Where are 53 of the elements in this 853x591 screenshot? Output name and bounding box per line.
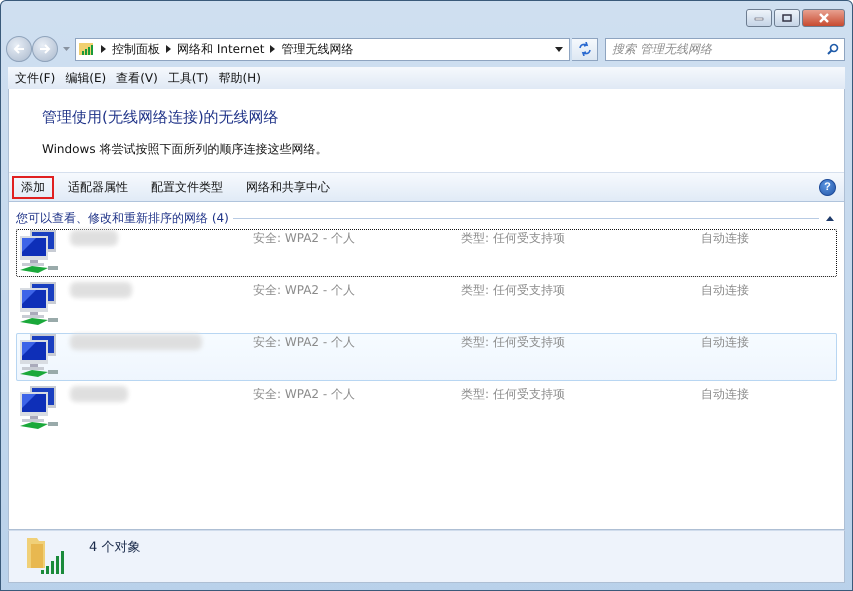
- forward-arrow-icon: [38, 43, 52, 55]
- network-type: 类型: 任何受支持项: [461, 230, 566, 247]
- refresh-icon: [576, 42, 592, 56]
- menu-item[interactable]: 查看(V): [111, 70, 163, 86]
- breadcrumb[interactable]: 网络和 Internet: [177, 40, 264, 58]
- wireless-folder-icon: [25, 536, 65, 576]
- item-count: 4 个对象: [89, 539, 140, 556]
- group-header[interactable]: 您可以查看、修改和重新排序的网络 (4): [16, 210, 229, 226]
- network-type: 类型: 任何受支持项: [461, 334, 566, 351]
- network-type: 类型: 任何受支持项: [461, 282, 566, 299]
- search-icon[interactable]: [827, 42, 839, 54]
- toolbar-button[interactable]: 添加: [12, 176, 54, 198]
- page-title: 管理使用(无线网络连接)的无线网络: [42, 108, 280, 127]
- back-arrow-icon: [12, 43, 26, 55]
- breadcrumb[interactable]: 管理无线网络: [281, 40, 354, 58]
- menu-item[interactable]: 帮助(H): [214, 70, 266, 86]
- redacted-name-drawing: [70, 230, 118, 246]
- toolbar-button[interactable]: 配置文件类型: [142, 176, 232, 198]
- security-type: 安全: WPA2 - 个人: [253, 334, 356, 351]
- connection-mode: 自动连接: [701, 334, 750, 351]
- security-type: 安全: WPA2 - 个人: [253, 230, 356, 247]
- menu-item[interactable]: 文件(F): [10, 70, 60, 86]
- window-maximize-button[interactable]: [774, 9, 800, 27]
- refresh-button[interactable]: [572, 38, 598, 60]
- breadcrumb[interactable]: 控制面板: [112, 40, 160, 58]
- connection-mode: 自动连接: [701, 230, 750, 247]
- security-type: 安全: WPA2 - 个人: [253, 282, 356, 299]
- maximize-icon: [782, 14, 792, 22]
- connection-mode: 自动连接: [701, 386, 750, 403]
- toolbar-button[interactable]: 适配器属性: [59, 176, 137, 198]
- chevron-icon[interactable]: [101, 45, 106, 53]
- page-description: Windows 将尝试按照下面所列的顺序连接这些网络。: [42, 141, 328, 158]
- address-bar[interactable]: 控制面板 网络和 Internet 管理无线网络: [75, 38, 570, 60]
- menu-item[interactable]: 编辑(E): [60, 70, 112, 86]
- window-minimize-button[interactable]: [746, 9, 772, 27]
- help-button[interactable]: ?: [819, 178, 836, 196]
- connection-mode: 自动连接: [701, 282, 750, 299]
- search-field[interactable]: 搜索 管理无线网络: [605, 38, 845, 60]
- toolbar-button[interactable]: 网络和共享中心: [237, 176, 339, 198]
- minimize-icon: [754, 15, 764, 21]
- menu-item[interactable]: 工具(T): [162, 70, 214, 86]
- redacted-name-drawing: [70, 386, 128, 402]
- redacted-name-drawing: [70, 282, 132, 298]
- security-type: 安全: WPA2 - 个人: [253, 386, 356, 403]
- chevron-icon[interactable]: [270, 45, 276, 53]
- network-type: 类型: 任何受支持项: [461, 386, 566, 403]
- back-button[interactable]: [6, 36, 32, 62]
- forward-button[interactable]: [32, 36, 58, 62]
- close-icon: [818, 13, 830, 23]
- window-close-button[interactable]: [802, 9, 845, 27]
- dropdown-caret-icon[interactable]: [555, 46, 563, 52]
- chevron-icon[interactable]: [166, 45, 171, 53]
- signal-folder-icon: [79, 42, 95, 56]
